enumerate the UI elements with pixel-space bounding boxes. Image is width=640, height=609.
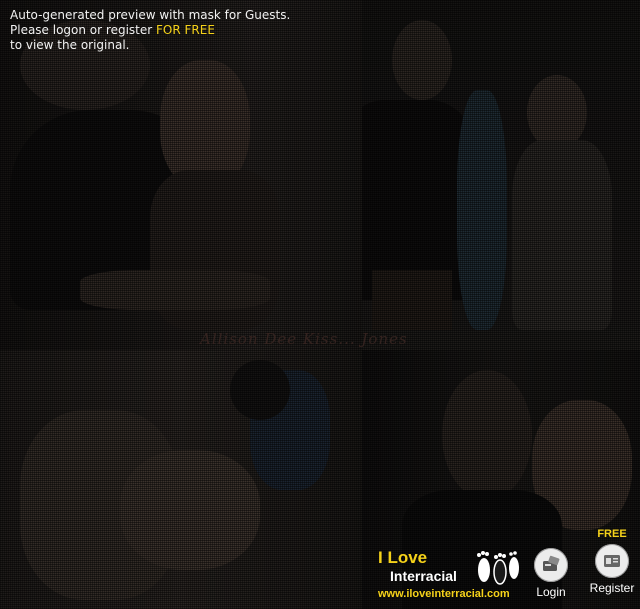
- guest-notice-line2: Please logon or register FOR FREE: [10, 23, 290, 38]
- logo-line2: Interracial: [390, 568, 457, 584]
- photo-watermark: Allison Dee Kiss... Jones: [200, 330, 408, 348]
- guest-notice-line1: Auto-generated preview with mask for Gue…: [10, 8, 291, 22]
- site-url: www.iloveinterracial.com: [378, 588, 510, 600]
- guest-notice: Auto-generated preview with mask for Gue…: [10, 8, 290, 53]
- login-icon-circle: [534, 548, 568, 582]
- register-label: Register: [589, 581, 635, 595]
- logo-line1: I Love: [378, 548, 428, 567]
- guest-notice-free-highlight: FOR FREE: [156, 23, 215, 37]
- register-free-badge: FREE: [597, 528, 627, 540]
- register-icon-circle: [595, 544, 629, 578]
- masked-photo-bottom-left: [0, 350, 362, 609]
- guest-notice-line2-text: Please logon or register: [10, 23, 156, 37]
- id-card-icon: [604, 555, 620, 567]
- register-button[interactable]: FREE Register: [588, 528, 636, 595]
- preview-stage: Allison Dee Kiss... Jones Auto-generated…: [0, 0, 640, 609]
- masked-photo-top-right: [362, 0, 640, 350]
- guest-notice-line3: to view the original.: [10, 38, 130, 52]
- card-reader-icon: [543, 555, 560, 571]
- login-label: Login: [536, 585, 566, 599]
- site-logo[interactable]: I Love Interracial www.iloveinterracial.…: [376, 546, 524, 606]
- login-button[interactable]: Login: [528, 548, 574, 599]
- footprints-icon: [477, 551, 519, 585]
